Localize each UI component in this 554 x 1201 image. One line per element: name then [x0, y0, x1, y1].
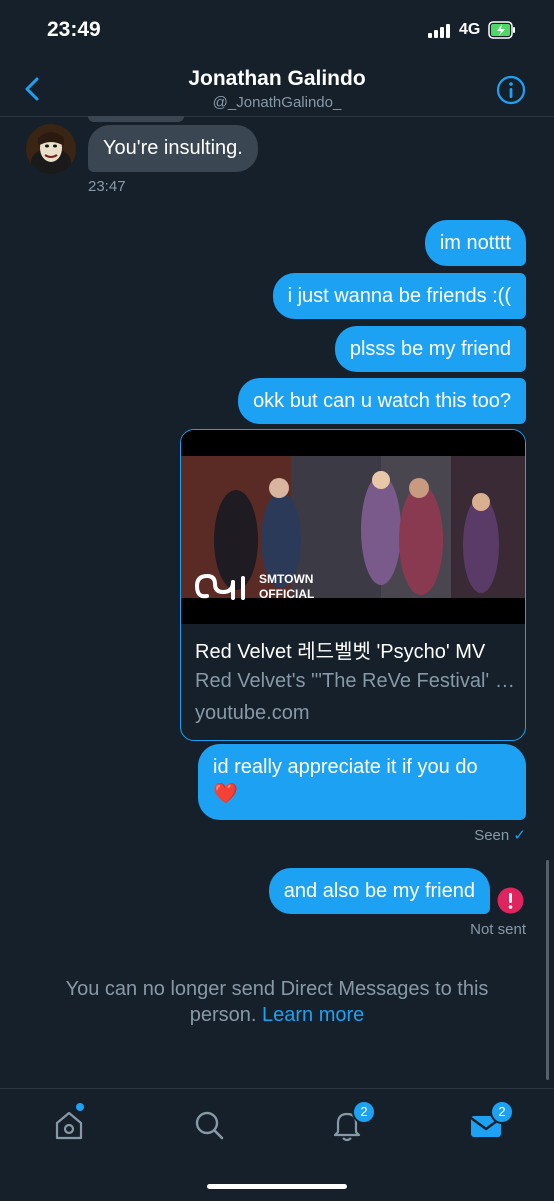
messages-badge: 2	[490, 1100, 514, 1124]
conversation-handle: @_JonathGalindo_	[212, 94, 342, 111]
conversation-header: Jonathan Galindo @_JonathGalindo_	[0, 60, 554, 117]
not-sent-label: Not sent	[470, 921, 526, 938]
unsent-message[interactable]: and also be my friend	[268, 868, 490, 914]
thumbnail-label: SMTOWN	[259, 572, 314, 586]
checkmark-icon: ✓	[513, 827, 526, 844]
battery-charging-icon	[488, 21, 515, 39]
message-timestamp: 23:47	[88, 178, 126, 195]
seen-label: Seen	[474, 827, 510, 844]
info-icon[interactable]	[496, 75, 526, 105]
signal-icon	[428, 24, 454, 38]
link-card-title: Red Velvet 레드벨벳 'Psycho' MV	[195, 641, 486, 663]
home-unread-dot	[76, 1103, 84, 1111]
partial-message-bubble	[88, 116, 184, 122]
link-card-domain: youtube.com	[195, 702, 310, 724]
avatar[interactable]	[26, 124, 76, 174]
status-bar: 23:49 4G	[0, 0, 554, 60]
received-message[interactable]: You're insulting.	[88, 125, 258, 172]
error-icon[interactable]	[497, 887, 524, 914]
sent-message[interactable]: id really appreciate it if you do ❤️	[198, 744, 526, 820]
home-icon[interactable]	[49, 1105, 89, 1145]
video-thumbnail: SMTOWN OFFICIAL	[181, 430, 525, 624]
heart-emoji: ❤️	[213, 783, 238, 805]
home-indicator	[207, 1184, 347, 1189]
message-text: id really appreciate it if you do	[213, 756, 478, 778]
seen-indicator: Seen ✓	[474, 826, 526, 844]
network-type: 4G	[459, 21, 481, 38]
sent-message[interactable]: plsss be my friend	[334, 326, 526, 372]
conversation-name: Jonathan Galindo	[188, 67, 366, 90]
link-card-description: Red Velvet's "'The ReVe Festival' Finale…	[195, 670, 515, 692]
search-icon[interactable]	[189, 1105, 229, 1145]
sent-message[interactable]: i just wanna be friends :((	[272, 273, 526, 319]
dm-restriction-notice: You can no longer send Direct Messages t…	[30, 976, 524, 1028]
sent-message[interactable]: im notttt	[424, 220, 526, 266]
status-time: 23:49	[47, 18, 101, 41]
scrollbar[interactable]	[546, 860, 549, 1080]
link-preview-card[interactable]: SMTOWN OFFICIAL Red Velvet 레드벨벳 'Psycho'…	[180, 429, 526, 741]
sent-message[interactable]: okk but can u watch this too?	[238, 378, 526, 424]
thumbnail-label: OFFICIAL	[259, 587, 315, 601]
notifications-badge: 2	[352, 1100, 376, 1124]
learn-more-link[interactable]: Learn more	[262, 1004, 364, 1026]
